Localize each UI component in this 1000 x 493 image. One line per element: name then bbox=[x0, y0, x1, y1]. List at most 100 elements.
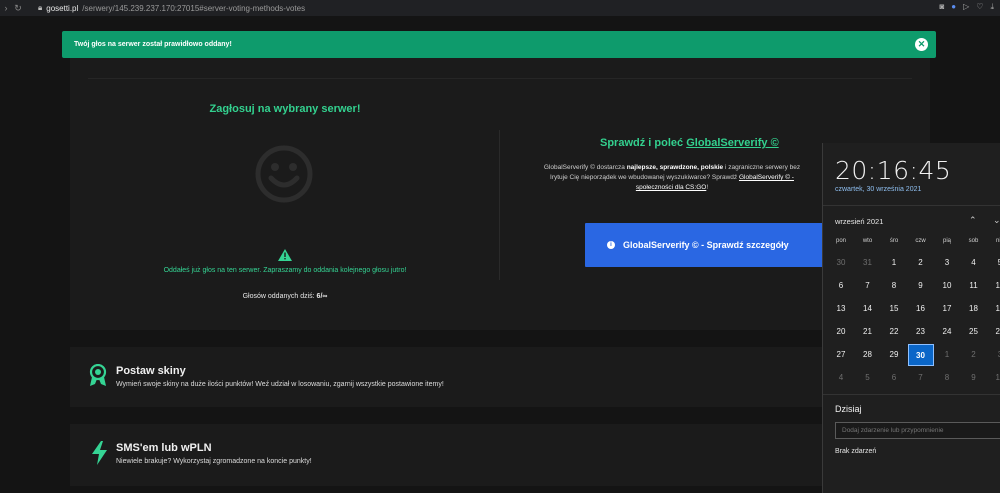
calendar-day[interactable]: 18 bbox=[961, 298, 987, 320]
calendar-month[interactable]: wrzesień 2021 bbox=[835, 217, 883, 226]
award-icon bbox=[89, 364, 107, 386]
calendar-day[interactable]: 11 bbox=[961, 275, 987, 297]
camera-icon[interactable]: ◙ bbox=[939, 2, 944, 12]
calendar-day[interactable]: 2 bbox=[961, 344, 987, 366]
address-bar[interactable]: 🔒︎ gosetti.pl/serwery/145.239.237.170:27… bbox=[38, 3, 305, 13]
calendar-day[interactable]: 9 bbox=[961, 367, 987, 389]
calendar-day[interactable]: 4 bbox=[828, 367, 854, 389]
weekday-label: śro bbox=[889, 238, 899, 244]
section-card-skins[interactable] bbox=[70, 347, 930, 407]
calendar-day[interactable]: 6 bbox=[881, 367, 907, 389]
globalserverify-button[interactable]: i GlobalServerify © - Sprawdź szczegóły bbox=[585, 223, 825, 267]
warning-icon bbox=[278, 249, 292, 261]
globalserverify-title: Sprawdź i poleć GlobalServerify © bbox=[600, 137, 779, 149]
send-icon[interactable]: ▷ bbox=[963, 2, 969, 12]
column-divider bbox=[499, 130, 500, 280]
calendar-day[interactable]: 24 bbox=[934, 321, 960, 343]
chevron-up-icon[interactable]: ⌃ bbox=[969, 215, 977, 226]
browser-toolbar: › ↻ 🔒︎ gosetti.pl/serwery/145.239.237.17… bbox=[0, 0, 1000, 16]
lock-icon: 🔒︎ bbox=[38, 3, 43, 12]
divider bbox=[823, 205, 1000, 206]
weekday-label: pon bbox=[835, 238, 846, 244]
section-subtitle: Niewiele brakuje? Wykorzystaj zgromadzon… bbox=[116, 458, 312, 465]
gs-desc-link[interactable]: społeczności dla CS:GO bbox=[636, 184, 706, 191]
calendar-day[interactable]: 9 bbox=[908, 275, 934, 297]
chevron-down-icon[interactable]: ⌄ bbox=[993, 215, 1000, 226]
calendar-day[interactable]: 10 bbox=[987, 367, 1000, 389]
calendar-day[interactable]: 17 bbox=[934, 298, 960, 320]
vote-count-label: Głosów oddanych dziś: bbox=[242, 293, 315, 300]
calendar-day[interactable]: 13 bbox=[828, 298, 854, 320]
success-alert: Twój głos na serwer został prawidłowo od… bbox=[62, 31, 936, 58]
calendar-day[interactable]: 5 bbox=[855, 367, 881, 389]
section-title: Postaw skiny bbox=[116, 365, 186, 377]
calendar-day[interactable]: 5 bbox=[987, 252, 1000, 274]
calendar-day[interactable]: 7 bbox=[855, 275, 881, 297]
clock-date-link[interactable]: czwartek, 30 września 2021 bbox=[835, 186, 921, 193]
weekday-label: pią bbox=[942, 238, 951, 244]
gs-button-label: GlobalServerify © - Sprawdź szczegóły bbox=[623, 240, 789, 250]
calendar-day[interactable]: 29 bbox=[881, 344, 907, 366]
calendar-day[interactable]: 16 bbox=[908, 298, 934, 320]
gs-title-link[interactable]: GlobalServerify © bbox=[686, 137, 778, 149]
section-card-sms[interactable] bbox=[70, 424, 930, 486]
calendar-day[interactable]: 25 bbox=[961, 321, 987, 343]
calendar-day[interactable]: 22 bbox=[881, 321, 907, 343]
calendar-day[interactable]: 14 bbox=[855, 298, 881, 320]
weekday-label: nie bbox=[995, 238, 1000, 244]
calendar-day[interactable]: 3 bbox=[934, 252, 960, 274]
vote-message: Oddałeś już głos na ten serwer. Zaprasza… bbox=[163, 267, 407, 274]
weekday-label: wto bbox=[862, 238, 873, 244]
vote-count-value: 6/∞ bbox=[316, 293, 328, 300]
gs-desc-link[interactable]: GlobalServerify © - bbox=[739, 174, 794, 181]
vote-card bbox=[70, 58, 930, 330]
calendar-flyout: 20:16:45 czwartek, 30 września 2021 wrze… bbox=[822, 143, 1000, 493]
calendar-day[interactable]: 8 bbox=[881, 275, 907, 297]
calendar-day[interactable]: 10 bbox=[934, 275, 960, 297]
calendar-day[interactable]: 12 bbox=[987, 275, 1000, 297]
calendar-day[interactable]: 31 bbox=[855, 252, 881, 274]
reload-icon[interactable]: ↻ bbox=[12, 3, 24, 14]
calendar-day[interactable]: 28 bbox=[855, 344, 881, 366]
gs-desc-text: i zagraniczne serwery bez bbox=[723, 164, 801, 171]
calendar-day[interactable]: 30 bbox=[907, 344, 934, 366]
vote-title: Zagłosuj na wybrany serwer! bbox=[209, 103, 361, 115]
calendar-day[interactable]: 6 bbox=[828, 275, 854, 297]
forward-icon[interactable]: › bbox=[0, 3, 12, 13]
calendar-day[interactable]: 2 bbox=[908, 252, 934, 274]
gs-desc-text: GlobalServerify © dostarcza bbox=[543, 164, 627, 171]
calendar-day[interactable]: 23 bbox=[908, 321, 934, 343]
event-input[interactable] bbox=[835, 422, 1000, 439]
today-heading: Dzisiaj bbox=[835, 404, 862, 414]
gs-title-prefix: Sprawdź i poleć bbox=[600, 137, 684, 149]
calendar-day[interactable]: 8 bbox=[934, 367, 960, 389]
section-title: SMS'em lub wPLN bbox=[116, 442, 212, 454]
info-icon: i bbox=[607, 241, 615, 249]
clock-time: 20:16:45 bbox=[835, 156, 952, 185]
calendar-day[interactable]: 27 bbox=[828, 344, 854, 366]
calendar-day[interactable]: 15 bbox=[881, 298, 907, 320]
calendar-day[interactable]: 30 bbox=[828, 252, 854, 274]
heart-icon[interactable]: ♡ bbox=[976, 2, 983, 12]
calendar-day[interactable]: 7 bbox=[908, 367, 934, 389]
calendar-day[interactable]: 3 bbox=[987, 344, 1000, 366]
divider bbox=[88, 78, 912, 79]
divider bbox=[823, 394, 1000, 395]
download-icon[interactable]: ⤓ bbox=[990, 2, 994, 12]
calendar-day[interactable]: 19 bbox=[987, 298, 1000, 320]
lightning-icon bbox=[92, 441, 107, 465]
calendar-day[interactable]: 1 bbox=[881, 252, 907, 274]
gs-desc-text: Irytuje Cię nieporządek we wbudowanej wy… bbox=[550, 174, 739, 181]
section-subtitle: Wymień swoje skiny na duże ilości punktó… bbox=[116, 381, 444, 388]
url-path: /serwery/145.239.237.170:27015#server-vo… bbox=[82, 3, 306, 13]
calendar-day[interactable]: 20 bbox=[828, 321, 854, 343]
calendar-day[interactable]: 1 bbox=[934, 344, 960, 366]
calendar-day[interactable]: 21 bbox=[855, 321, 881, 343]
extension-icon[interactable]: ● bbox=[951, 2, 956, 12]
calendar-day[interactable]: 26 bbox=[987, 321, 1000, 343]
vote-count: Głosów oddanych dziś: 6/∞ bbox=[70, 293, 500, 300]
no-events-text: Brak zdarzeń bbox=[835, 448, 877, 455]
close-icon[interactable]: ✕ bbox=[915, 38, 928, 51]
calendar-day[interactable]: 4 bbox=[961, 252, 987, 274]
gs-desc-bold: najlepsze, sprawdzone, polskie bbox=[626, 164, 724, 171]
